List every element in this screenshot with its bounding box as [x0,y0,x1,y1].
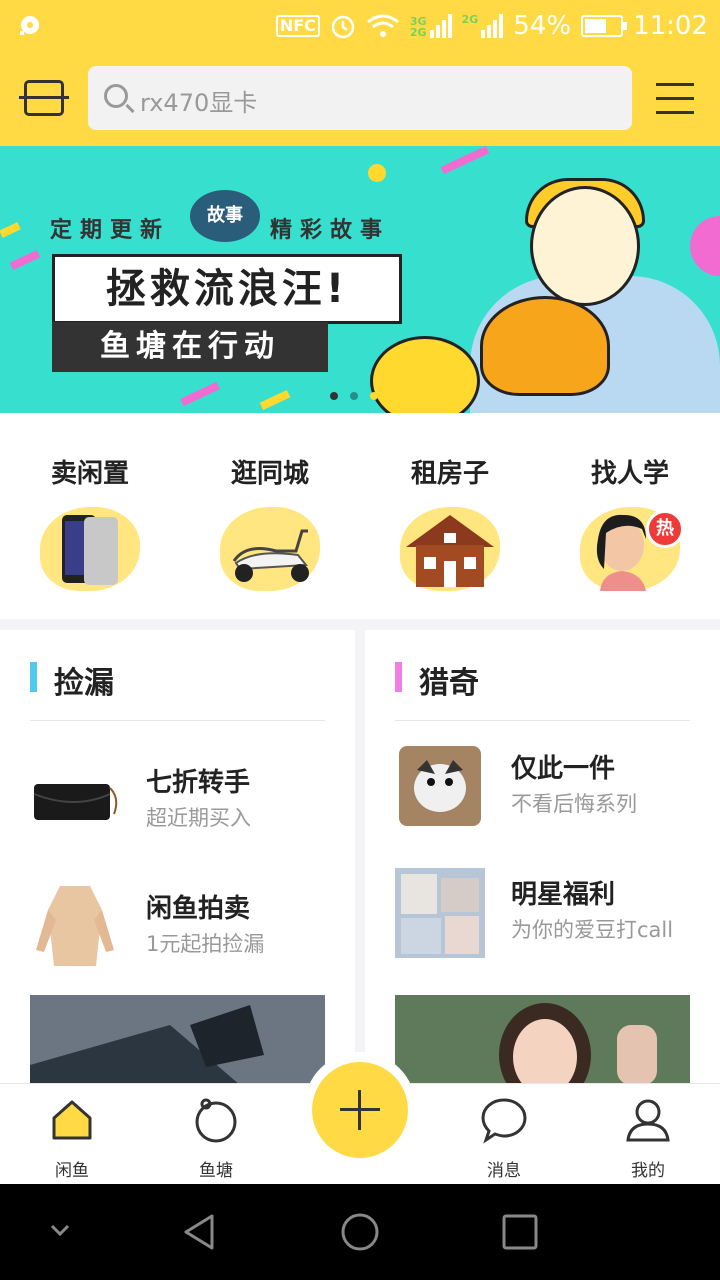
decor-dot [368,164,386,182]
hot-badge: 热 [646,510,684,548]
qipao-image [36,886,114,966]
decor-stripe [440,146,490,175]
item-name: 七折转手 [146,768,251,798]
wifi-icon [366,14,399,37]
home-nav-icon[interactable] [340,1212,380,1252]
nav-label: 闲鱼 [55,1161,89,1181]
banner-chick-illustration [370,336,480,413]
nav-pond[interactable]: 鱼塘 [144,1084,288,1185]
category-sell-idle[interactable]: 卖闲置 [0,413,180,619]
pager-dot[interactable] [330,392,338,400]
category-label: 逛同城 [230,459,309,489]
decor-circle [690,216,720,276]
search-input[interactable]: rx470显卡 [88,66,632,130]
banner-pager [330,392,378,400]
profile-icon [626,1099,670,1142]
item-name: 仅此一件 [511,754,616,784]
panel-bargain: 捡漏 七折转手 超近期买入 闲鱼拍卖 1元起拍捡漏 [0,630,355,1090]
list-item[interactable]: 七折转手 超近期买入 [30,754,330,844]
back-icon[interactable] [180,1212,220,1252]
girl-image [395,995,690,1090]
chevron-down-icon[interactable] [48,1222,72,1238]
decor-stripe [259,390,291,410]
category-label: 租房子 [410,459,489,489]
husky-pillow-image [399,746,481,826]
nfc-icon: NFC [275,15,320,37]
decor-stripe [180,381,220,407]
banner-dog-illustration [480,296,610,396]
message-icon [481,1098,527,1144]
decor-stripe [0,222,21,238]
home-icon [52,1100,92,1140]
net-2g-label-b: 2G [461,13,479,26]
system-nav-bar [0,1184,720,1280]
house-image [406,515,494,587]
banner-top-right-text: 精彩故事 [270,218,391,243]
panel-title[interactable]: 猎奇 [419,658,479,702]
clutch-bag-image [33,784,118,820]
category-label: 卖闲置 [50,459,129,489]
battery-icon [581,15,628,37]
signal-2g-icon: 2G [462,14,504,38]
scan-icon[interactable] [19,80,69,116]
search-icon [104,84,128,108]
list-item[interactable]: 闲鱼拍卖 1元起拍捡漏 [30,880,330,970]
nav-profile[interactable]: 我的 [576,1084,720,1185]
list-item[interactable]: 明星福利 为你的爱豆打call [395,866,695,958]
tablet-photo[interactable] [30,995,325,1090]
item-desc: 超近期买入 [146,806,251,830]
item-name: 明星福利 [511,880,616,910]
item-desc: 不看后悔系列 [511,792,637,816]
category-label: 找人学 [590,459,669,489]
panel-accent-bar [395,662,402,692]
net-2g-label: 2G [409,26,427,39]
battery-percent: 54% [513,11,572,41]
signal-3g-icon: 3G 2G [410,14,452,38]
phone-image [62,515,118,585]
banner-person-face [530,186,640,306]
nav-label: 消息 [487,1161,521,1181]
pager-dot[interactable] [370,392,378,400]
nav-label: 我的 [631,1161,665,1181]
category-rent[interactable]: 租房子 [360,413,540,619]
category-local[interactable]: 逛同城 [180,413,360,619]
pager-dot[interactable] [350,392,358,400]
nav-home[interactable]: 闲鱼 [0,1084,144,1185]
divider [395,720,690,721]
search-placeholder: rx470显卡 [140,89,258,117]
clock: 11:02 [633,11,708,41]
banner-logo: 故事 [190,190,260,242]
item-desc: 1元起拍捡漏 [146,932,265,956]
promo-banner[interactable]: 定期更新 故事 精彩故事 拯救流浪汪! 鱼塘在行动 [0,146,720,413]
panel-title[interactable]: 捡漏 [54,658,114,702]
tablet-image [30,995,325,1090]
panel-accent-bar [30,662,37,692]
nav-label: 鱼塘 [199,1161,233,1181]
divider [30,720,325,721]
item-desc: 为你的爱豆打call [511,918,674,942]
battery-fill [585,19,606,33]
recent-apps-icon[interactable] [500,1212,540,1252]
plus-icon[interactable] [312,1062,408,1158]
item-name: 闲鱼拍卖 [146,894,251,924]
category-grid: 卖闲置 逛同城 租房子 找人学 [0,413,720,619]
scooter-image [232,529,309,582]
pond-icon [195,1098,237,1143]
alarm-icon [331,15,355,39]
list-item[interactable]: 仅此一件 不看后悔系列 [395,740,695,830]
girl-photo[interactable] [395,995,690,1090]
header: rx470显卡 [0,52,720,146]
nav-messages[interactable]: 消息 [432,1084,576,1185]
banner-headline: 拯救流浪汪! [52,254,402,324]
banner-subline: 鱼塘在行动 [52,322,328,372]
menu-icon[interactable] [656,80,694,116]
celebrity-photos-image [395,868,485,958]
status-bar: NFC 3G 2G 2G 54% 11:02 [0,0,720,52]
panel-curiosity: 猎奇 仅此一件 不看后悔系列 明星福利 为你的爱豆打call [365,630,720,1090]
decor-stripe [9,250,41,270]
category-learn[interactable]: 找人学 [540,413,720,619]
notification-icon [20,16,39,35]
banner-top-left-text: 定期更新 [50,218,171,243]
